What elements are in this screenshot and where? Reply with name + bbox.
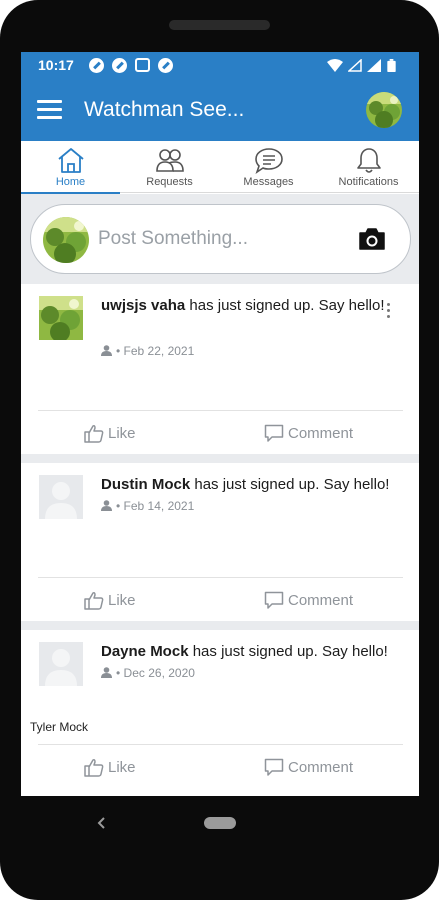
post-divider	[38, 744, 403, 745]
post-date: Feb 14, 2021	[123, 499, 195, 513]
battery-icon	[387, 59, 396, 72]
post-message: has just signed up. Say hello!	[188, 643, 388, 660]
post-text: Dustin Mock has just signed up. Say hell…	[101, 475, 401, 495]
post-author[interactable]: uwjsjs vaha	[101, 297, 185, 314]
post-avatar-placeholder[interactable]	[39, 642, 83, 686]
tab-bar: Home Requests Messages Notifications	[21, 141, 419, 194]
sim-icon	[135, 58, 150, 72]
composer-avatar	[43, 217, 89, 263]
status-time: 10:17	[38, 57, 74, 73]
user-icon	[101, 345, 112, 356]
home-pill-button[interactable]	[204, 817, 236, 829]
like-label: Like	[108, 425, 136, 442]
post-date: Feb 22, 2021	[123, 344, 195, 358]
like-button[interactable]: Like	[84, 758, 144, 778]
comment-icon	[264, 424, 284, 442]
home-icon	[58, 148, 84, 173]
post-date: Dec 26, 2020	[123, 666, 195, 680]
user-icon	[101, 500, 112, 511]
composer-placeholder: Post Something...	[98, 228, 248, 249]
comment-button[interactable]: Comment	[264, 758, 364, 778]
app-title: Watchman See...	[84, 98, 245, 121]
system-nav-bar	[0, 796, 439, 856]
comment-label: Comment	[288, 425, 354, 442]
comment-button[interactable]: Comment	[264, 424, 364, 444]
post-meta: • Dec 26, 2020	[101, 666, 195, 680]
comment-icon	[264, 591, 284, 609]
comment-button[interactable]: Comment	[264, 591, 364, 611]
tab-label: Requests	[146, 176, 193, 188]
post-author[interactable]: Dustin Mock	[101, 476, 190, 493]
thumbs-up-icon	[84, 425, 104, 443]
phone-frame: 10:17 Watchman See... Home Requests Mess…	[0, 0, 439, 900]
sync-icon	[158, 58, 173, 73]
like-label: Like	[108, 592, 136, 609]
tab-notifications[interactable]: Notifications	[319, 141, 418, 193]
like-button[interactable]: Like	[84, 424, 144, 444]
post-message: has just signed up. Say hello!	[190, 476, 390, 493]
camera-icon[interactable]	[358, 227, 386, 251]
tab-requests[interactable]: Requests	[120, 141, 219, 193]
comment-label: Comment	[288, 592, 354, 609]
tab-home[interactable]: Home	[21, 141, 120, 194]
user-icon	[101, 667, 112, 678]
chat-icon	[255, 148, 283, 174]
tagged-user-name[interactable]: Tyler Mock	[30, 720, 88, 734]
composer-section: Post Something...	[21, 194, 419, 276]
signal-empty-icon	[348, 59, 362, 72]
signal-icon	[367, 59, 381, 72]
thumbs-up-icon	[84, 592, 104, 610]
feed-post: uwjsjs vaha has just signed up. Say hell…	[21, 284, 419, 454]
tab-label: Messages	[243, 176, 294, 188]
tab-label: Home	[55, 176, 86, 188]
wifi-icon	[327, 59, 343, 72]
back-icon[interactable]	[95, 814, 109, 832]
people-icon	[156, 149, 184, 172]
post-text: uwjsjs vaha has just signed up. Say hell…	[101, 296, 401, 316]
like-label: Like	[108, 759, 136, 776]
comment-label: Comment	[288, 759, 354, 776]
thumbs-up-icon	[84, 759, 104, 777]
meta-separator: •	[116, 499, 124, 513]
post-avatar[interactable]	[39, 296, 83, 340]
comment-icon	[264, 758, 284, 776]
post-divider	[38, 577, 403, 578]
post-author[interactable]: Dayne Mock	[101, 643, 189, 660]
feed-post: Dayne Mock has just signed up. Say hello…	[21, 630, 419, 796]
post-meta: • Feb 22, 2021	[101, 344, 194, 358]
like-button[interactable]: Like	[84, 591, 144, 611]
status-bar: 10:17	[21, 52, 419, 79]
meta-separator: •	[116, 666, 124, 680]
feed-post: Dustin Mock has just signed up. Say hell…	[21, 463, 419, 621]
post-text: Dayne Mock has just signed up. Say hello…	[101, 642, 401, 662]
post-divider	[38, 410, 403, 411]
phone-speaker	[169, 20, 270, 30]
post-meta: • Feb 14, 2021	[101, 499, 194, 513]
tab-label: Notifications	[338, 176, 399, 188]
notification-icon	[112, 58, 127, 73]
news-feed: Post Something... uwjsjs vaha has just s…	[21, 194, 419, 796]
app-screen: 10:17 Watchman See... Home Requests Mess…	[21, 52, 419, 796]
more-options-icon[interactable]	[384, 302, 394, 320]
notification-icon	[89, 58, 104, 73]
app-bar: Watchman See...	[21, 79, 419, 141]
bell-icon	[357, 148, 381, 173]
post-avatar-placeholder[interactable]	[39, 475, 83, 519]
tab-messages[interactable]: Messages	[219, 141, 318, 193]
post-message: has just signed up. Say hello!	[185, 297, 385, 314]
meta-separator: •	[116, 344, 124, 358]
post-composer[interactable]: Post Something...	[30, 204, 411, 274]
profile-avatar[interactable]	[366, 92, 402, 128]
hamburger-menu-icon[interactable]	[37, 100, 62, 119]
